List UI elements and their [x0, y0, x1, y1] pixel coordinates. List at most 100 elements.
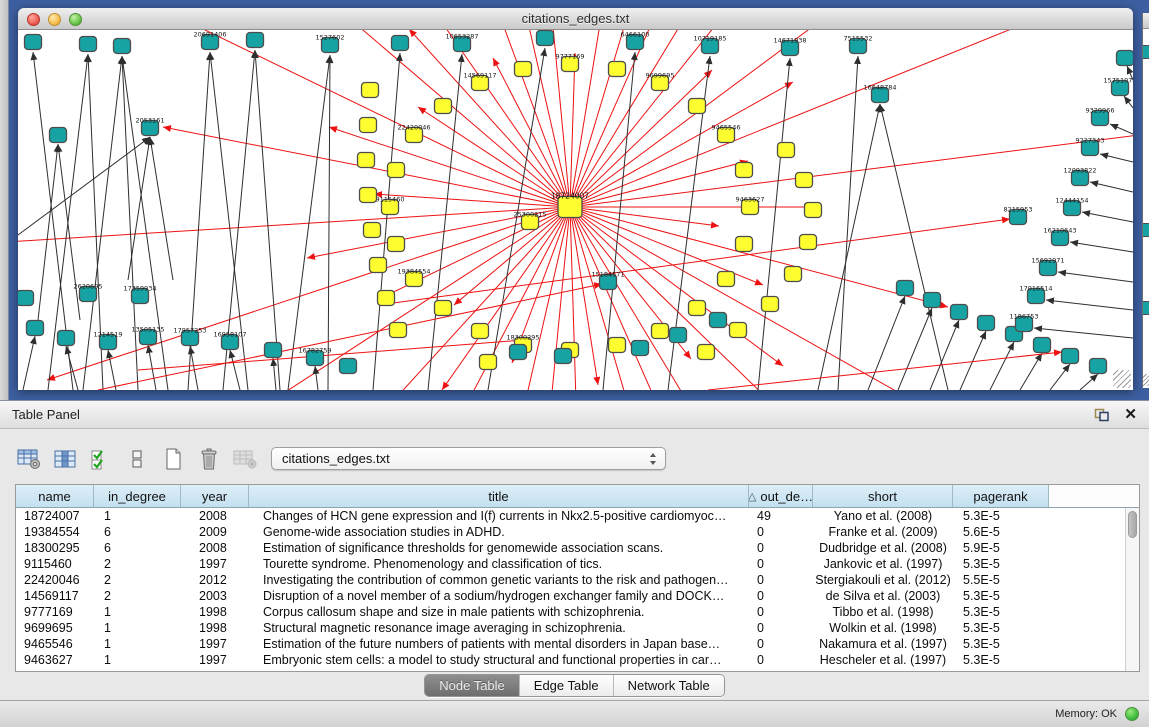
float-panel-icon[interactable] — [1094, 408, 1110, 422]
cell-title[interactable]: Investigating the contribution of common… — [249, 573, 749, 587]
cell-year[interactable]: 1998 — [181, 621, 249, 635]
network-node[interactable] — [689, 301, 706, 316]
tab-edge-table[interactable]: Edge Table — [520, 675, 614, 696]
column-header-name[interactable]: name — [16, 485, 94, 507]
network-node[interactable]: 1527602 — [316, 34, 345, 53]
network-node[interactable] — [785, 267, 802, 282]
cell-in_degree[interactable]: 1 — [94, 605, 181, 619]
cell-title[interactable]: Genome-wide association studies in ADHD. — [249, 525, 749, 539]
cell-name[interactable]: 9699695 — [16, 621, 94, 635]
column-header-title[interactable]: title — [249, 485, 749, 507]
show-columns-icon[interactable] — [50, 444, 80, 474]
network-node[interactable]: 7515532 — [844, 35, 873, 54]
column-header-year[interactable]: year — [181, 485, 249, 507]
network-node[interactable] — [435, 301, 452, 316]
network-node[interactable]: 16958107 — [213, 331, 246, 350]
zoom-window-button[interactable] — [69, 13, 82, 26]
cell-in_degree[interactable]: 6 — [94, 525, 181, 539]
network-node[interactable] — [718, 272, 735, 287]
network-node[interactable] — [736, 163, 753, 178]
network-node[interactable] — [510, 345, 527, 360]
cell-out_de[interactable]: 0 — [749, 541, 813, 555]
cell-short[interactable]: Dudbridge et al. (2008) — [813, 541, 953, 555]
cell-short[interactable]: Jankovic et al. (1997) — [813, 557, 953, 571]
network-node[interactable] — [537, 31, 554, 46]
column-header-in_degree[interactable]: in_degree — [94, 485, 181, 507]
network-node[interactable] — [805, 203, 822, 218]
cell-year[interactable]: 1998 — [181, 605, 249, 619]
network-node[interactable]: 8215953 — [1004, 206, 1033, 225]
network-node[interactable]: 13505135 — [131, 326, 164, 345]
cell-title[interactable]: Estimation of the future numbers of pati… — [249, 637, 749, 651]
cell-name[interactable]: 9465546 — [16, 637, 94, 651]
network-node[interactable] — [951, 305, 968, 320]
cell-year[interactable]: 2008 — [181, 509, 249, 523]
cell-name[interactable]: 18300295 — [16, 541, 94, 555]
network-node[interactable] — [388, 237, 405, 252]
network-node[interactable]: 22420046 — [397, 124, 430, 143]
network-node[interactable] — [265, 343, 282, 358]
network-node[interactable] — [80, 37, 97, 52]
column-header-pagerank[interactable]: pagerank — [953, 485, 1049, 507]
cell-short[interactable]: Yano et al. (2008) — [813, 509, 953, 523]
network-node[interactable] — [25, 35, 42, 50]
table-selector[interactable]: citations_edges.txt — [271, 447, 666, 470]
row-height-icon[interactable] — [122, 444, 152, 474]
network-node[interactable]: 15751074 — [1103, 77, 1133, 96]
network-node[interactable] — [924, 293, 941, 308]
cell-year[interactable]: 2009 — [181, 525, 249, 539]
network-node[interactable]: 9329966 — [1086, 107, 1115, 126]
cell-pagerank[interactable]: 5.3E-5 — [953, 653, 1049, 667]
network-node[interactable]: 2053161 — [136, 117, 165, 136]
network-node[interactable] — [362, 83, 379, 98]
network-node[interactable] — [736, 237, 753, 252]
network-node[interactable] — [897, 281, 914, 296]
cell-short[interactable]: Hescheler et al. (1997) — [813, 653, 953, 667]
network-node[interactable] — [114, 39, 131, 54]
cell-in_degree[interactable]: 1 — [94, 621, 181, 635]
cell-out_de[interactable]: 0 — [749, 653, 813, 667]
network-node[interactable]: 9115460 — [376, 196, 405, 215]
network-node[interactable]: 20691406 — [193, 31, 226, 50]
network-node[interactable]: 25300215 — [513, 211, 546, 230]
network-node[interactable] — [698, 345, 715, 360]
cell-out_de[interactable]: 0 — [749, 557, 813, 571]
network-node[interactable]: 16782759 — [298, 347, 331, 366]
network-node[interactable] — [1117, 51, 1134, 66]
cell-out_de[interactable]: 49 — [749, 509, 813, 523]
tab-node-table[interactable]: Node Table — [425, 675, 520, 696]
cell-short[interactable]: Nakamura et al. (1997) — [813, 637, 953, 651]
table-scrollbar[interactable] — [1125, 508, 1139, 671]
delete-column-icon[interactable] — [194, 444, 224, 474]
network-node[interactable] — [609, 338, 626, 353]
cell-in_degree[interactable]: 1 — [94, 637, 181, 651]
create-column-icon[interactable] — [158, 444, 188, 474]
network-node[interactable] — [378, 291, 395, 306]
cell-short[interactable]: de Silva et al. (2003) — [813, 589, 953, 603]
cell-short[interactable]: Tibbo et al. (1998) — [813, 605, 953, 619]
network-node[interactable] — [762, 297, 779, 312]
network-node[interactable]: 9777169 — [556, 53, 585, 72]
network-node[interactable]: 10719185 — [693, 35, 726, 54]
network-window-titlebar[interactable]: citations_edges.txt — [18, 8, 1133, 30]
close-window-button[interactable] — [27, 13, 40, 26]
network-node[interactable] — [50, 128, 67, 143]
cell-title[interactable]: Estimation of significance thresholds fo… — [249, 541, 749, 555]
network-node[interactable] — [652, 324, 669, 339]
cell-year[interactable]: 1997 — [181, 637, 249, 651]
cell-pagerank[interactable]: 5.3E-5 — [953, 557, 1049, 571]
cell-pagerank[interactable]: 5.3E-5 — [953, 589, 1049, 603]
cell-out_de[interactable]: 0 — [749, 605, 813, 619]
network-node[interactable] — [710, 313, 727, 328]
network-node[interactable]: 14569117 — [463, 72, 496, 91]
close-panel-icon[interactable]: ✕ — [1124, 407, 1137, 422]
cell-name[interactable]: 9463627 — [16, 653, 94, 667]
cell-in_degree[interactable]: 2 — [94, 557, 181, 571]
network-node[interactable]: 15184571 — [591, 271, 624, 290]
network-node[interactable]: 1214519 — [94, 331, 123, 350]
cell-in_degree[interactable]: 1 — [94, 509, 181, 523]
network-node[interactable]: 9227343 — [1076, 137, 1105, 156]
cell-year[interactable]: 2003 — [181, 589, 249, 603]
network-node[interactable] — [670, 328, 687, 343]
cell-pagerank[interactable]: 5.5E-5 — [953, 573, 1049, 587]
